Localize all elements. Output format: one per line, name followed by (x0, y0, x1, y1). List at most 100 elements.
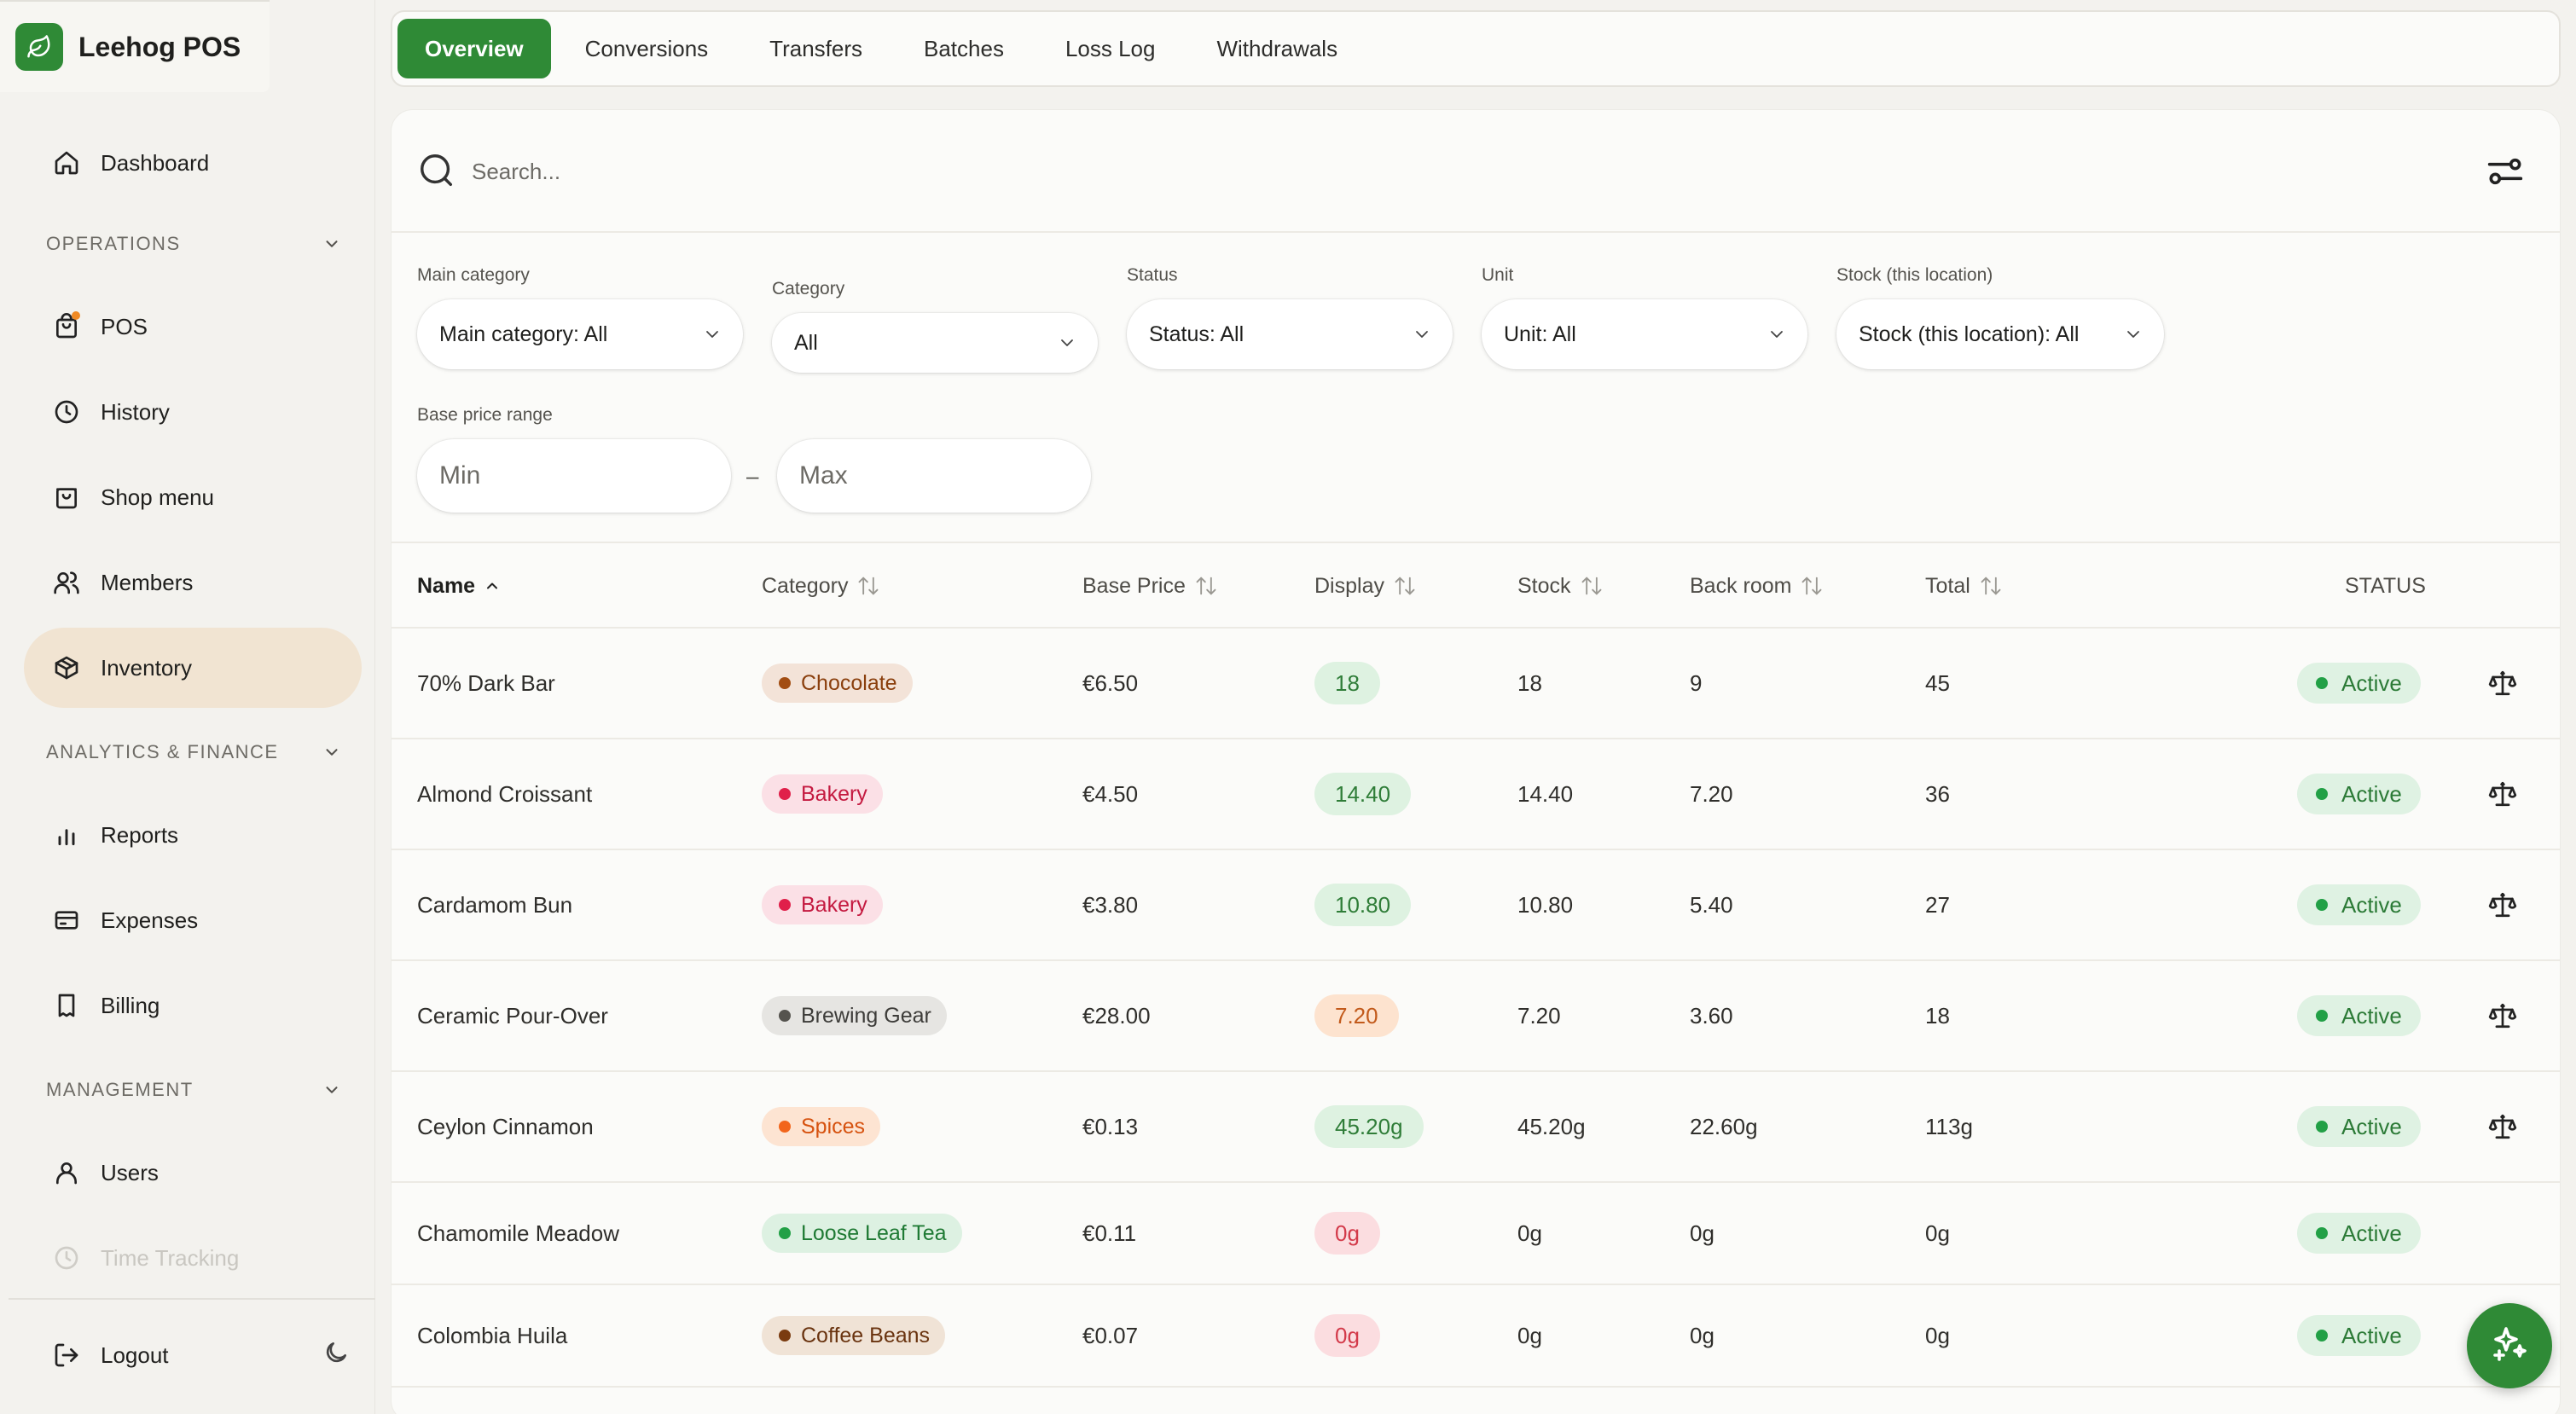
product-name: Cardamom Bun (417, 891, 573, 918)
table-row[interactable]: Ceramic Pour-Over Brewing Gear €28.00 7.20 7… (392, 961, 2560, 1072)
column-header-stock[interactable]: Stock (1517, 543, 1604, 629)
category-select[interactable]: All (772, 313, 1098, 373)
sidebar-item-shop-menu[interactable]: Shop menu (24, 457, 362, 537)
sidebar-item-users[interactable]: Users (24, 1133, 362, 1213)
inventory-panel: Main category Main category: All Categor… (391, 109, 2561, 1414)
cell-display: 10.80 (1314, 850, 1412, 959)
category-badge: Chocolate (762, 664, 913, 703)
scale-icon[interactable] (2488, 961, 2517, 1070)
cell-stock: 0g (1517, 1322, 1542, 1348)
column-label: Stock (1517, 573, 1571, 598)
column-header-total[interactable]: Total (1925, 543, 2003, 629)
min-price-input[interactable] (439, 461, 695, 490)
scale-icon[interactable] (2488, 629, 2517, 738)
column-label: STATUS (2345, 573, 2426, 598)
tab-withdrawals[interactable]: Withdrawals (1189, 19, 1365, 78)
product-name: Chamomile Meadow (417, 1220, 619, 1246)
cell-stock: 18 (1517, 669, 1542, 696)
max-price-field[interactable] (777, 439, 1091, 513)
column-header-category[interactable]: Category (762, 543, 880, 629)
column-header-display[interactable]: Display (1314, 543, 1417, 629)
column-header-name[interactable]: Name (417, 543, 501, 629)
logout-label: Logout (101, 1342, 169, 1368)
sidebar-item-history[interactable]: History (24, 372, 362, 452)
tab-overview[interactable]: Overview (397, 19, 551, 78)
select-value: Status: All (1149, 322, 1244, 346)
main-category-select[interactable]: Main category: All (417, 299, 743, 369)
display-badge: 45.20g (1314, 1105, 1424, 1148)
sort-icon (1580, 574, 1604, 598)
sidebar-item-pos[interactable]: POS (24, 287, 362, 367)
sidebar-item-expenses[interactable]: Expenses (24, 880, 362, 960)
sort-icon (1393, 574, 1417, 598)
brand[interactable]: Leehog POS (0, 0, 270, 92)
cell-status: Active (2297, 850, 2421, 959)
sliders-icon[interactable] (2486, 154, 2524, 193)
section-operations[interactable]: OPERATIONS (46, 227, 341, 261)
table-row[interactable]: Almond Croissant Bakery €4.50 14.40 14.40 7.2… (392, 739, 2560, 850)
search-input[interactable] (472, 154, 1495, 188)
tab-batches[interactable]: Batches (896, 19, 1031, 78)
credit-card-icon (51, 905, 82, 936)
cell-name: Ceylon Cinnamon (417, 1072, 594, 1181)
sidebar-item-billing[interactable]: Billing (24, 965, 362, 1046)
cell-total: 45 (1925, 669, 1950, 696)
scale-icon[interactable] (2488, 739, 2517, 849)
cell-total: 0g (1925, 1220, 1950, 1246)
status-label: Status (1127, 265, 1178, 285)
status-badge: Active (2297, 1213, 2421, 1254)
status-dot (2316, 677, 2328, 689)
table-row[interactable]: Cardamom Bun Bakery €3.80 10.80 10.80 5.40 27 A… (392, 850, 2560, 961)
tab-transfers[interactable]: Transfers (742, 19, 890, 78)
category-badge: Bakery (762, 774, 883, 814)
chevron-down-icon (1416, 331, 1428, 338)
cell-total: 27 (1925, 891, 1950, 918)
cell-display: 0g (1314, 1183, 1380, 1284)
sidebar-item-label: History (101, 398, 170, 425)
column-header-back-room[interactable]: Back room (1690, 543, 1824, 629)
column-label: Back room (1690, 573, 1792, 598)
sidebar-item-inventory[interactable]: Inventory (24, 628, 362, 708)
max-price-input[interactable] (799, 461, 1055, 490)
moon-icon[interactable] (322, 1339, 350, 1372)
cell-status: Active (2297, 1285, 2421, 1386)
column-header-base-price[interactable]: Base Price (1082, 543, 1218, 629)
cell-total: 113g (1925, 1113, 1973, 1139)
section-label: ANALYTICS & FINANCE (46, 741, 279, 762)
status-select[interactable]: Status: All (1127, 299, 1453, 369)
scale-icon[interactable] (2488, 1072, 2517, 1181)
cell-back-room: 5.40 (1690, 891, 1733, 918)
sidebar-item-label: Users (101, 1159, 159, 1185)
section-management[interactable]: MANAGEMENT (46, 1073, 341, 1107)
sidebar-item-label: Reports (101, 821, 179, 848)
stock-select[interactable]: Stock (this location): All (1836, 299, 2164, 369)
category-dot (779, 1121, 791, 1133)
sidebar-item-label: Expenses (101, 907, 199, 933)
tab-conversions[interactable]: Conversions (558, 19, 736, 78)
table-row[interactable]: Colombia Huila Coffee Beans €0.07 0g 0g 0g 0g A… (392, 1285, 2560, 1388)
table-row[interactable]: Ceylon Cinnamon Spices €0.13 45.20g 45.20g 22… (392, 1072, 2560, 1183)
leaf-icon (15, 23, 63, 71)
category-label: Bakery (801, 892, 867, 917)
min-price-field[interactable] (417, 439, 731, 513)
sidebar-item-dashboard[interactable]: Dashboard (24, 123, 362, 203)
table-row[interactable]: 70% Dark Bar Chocolate €6.50 18 18 9 45 Active (392, 629, 2560, 739)
assistant-button[interactable] (2467, 1303, 2552, 1388)
section-analytics-finance[interactable]: ANALYTICS & FINANCE (46, 735, 341, 769)
cell-total: 18 (1925, 1002, 1950, 1029)
sidebar-item-members[interactable]: Members (24, 542, 362, 623)
bar-chart-icon (51, 820, 82, 850)
sidebar-item-reports[interactable]: Reports (24, 795, 362, 875)
cell-back-room: 0g (1690, 1322, 1714, 1348)
select-value: Unit: All (1504, 322, 1576, 346)
cell-stock: 10.80 (1517, 891, 1574, 918)
cell-stock: 0g (1517, 1220, 1542, 1246)
users-icon (51, 567, 82, 598)
logout-button[interactable]: Logout (51, 1334, 350, 1376)
table-row[interactable]: Chamomile Meadow Loose Leaf Tea €0.11 0g 0g 0… (392, 1183, 2560, 1285)
scale-icon[interactable] (2488, 850, 2517, 959)
status-badge: Active (2297, 663, 2421, 704)
sidebar-item-time-tracking[interactable]: Time Tracking (24, 1218, 362, 1298)
tab-loss-log[interactable]: Loss Log (1038, 19, 1183, 78)
unit-select[interactable]: Unit: All (1482, 299, 1807, 369)
